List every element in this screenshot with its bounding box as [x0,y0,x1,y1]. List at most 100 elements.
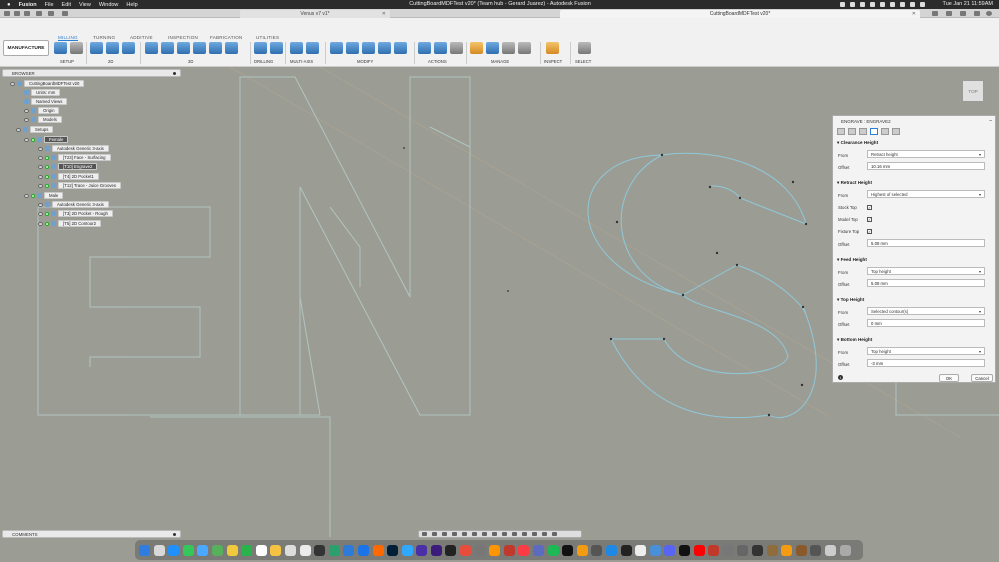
visibility-icon[interactable] [38,211,43,216]
measure-icon[interactable] [546,42,559,54]
section-top-height[interactable]: Top Height [837,297,865,303]
visibility-icon[interactable] [38,155,43,160]
menu-app[interactable]: Fusion [19,2,37,8]
safari-icon[interactable] [168,544,180,556]
wifi-icon[interactable] [900,2,905,7]
menu-help[interactable]: Help [126,2,137,8]
section-retract-height[interactable]: Retract Height [837,180,872,186]
camera-icon[interactable] [502,532,507,536]
home-icon[interactable] [62,11,68,16]
music-icon[interactable] [518,544,530,556]
setup-sheet-icon[interactable] [70,42,83,54]
selection-filter-icon[interactable] [522,532,527,536]
template-library-icon[interactable] [502,42,515,54]
menu-file[interactable]: File [45,2,54,8]
app-icon[interactable] [810,544,822,556]
preview-icon[interactable] [635,544,647,556]
app-icon[interactable] [708,544,720,556]
control-center-icon[interactable] [920,2,925,7]
tree-setup-female[interactable]: Female [24,136,69,143]
avatar[interactable] [986,11,992,16]
lightroom-icon[interactable] [401,544,413,556]
fixture-top-checkbox[interactable]: ✓ [867,229,872,234]
tree-operation-selected[interactable]: [T10] Engrave2 [38,163,98,170]
cancel-button[interactable]: Cancel [971,374,993,382]
launchpad-icon[interactable] [153,544,165,556]
bottom-from-select[interactable]: Top height ▾ [867,347,985,355]
settings-icon[interactable] [314,544,326,556]
illustrator-icon[interactable] [372,544,384,556]
keynote-icon[interactable] [343,544,355,556]
visibility-icon[interactable] [10,81,15,86]
select-icon[interactable] [578,42,591,54]
look-at-icon[interactable] [442,532,447,536]
contour-icon[interactable] [225,42,238,54]
photos-icon[interactable] [226,544,238,556]
tab-additive[interactable]: ADDITIVE [130,35,153,40]
group-modify[interactable]: MODIFY [357,59,373,64]
expand-icon[interactable] [173,533,176,536]
extensions-icon[interactable] [946,11,952,16]
mail-icon[interactable] [197,544,209,556]
hole-recognition-icon[interactable] [270,42,283,54]
pan-icon[interactable] [432,532,437,536]
environment-icon[interactable] [552,532,557,536]
grid-icon[interactable] [482,532,487,536]
downloads-icon[interactable] [824,544,836,556]
group-actions[interactable]: ACTIONS [428,59,447,64]
collapse-icon[interactable] [173,72,176,75]
tab-turning[interactable]: TURNING [93,35,115,40]
app-icon[interactable] [503,544,515,556]
tab-inspection[interactable]: INSPECTION [168,35,198,40]
tree-root[interactable]: CuttingBoardMDFTest v20 [10,80,85,87]
undo-icon[interactable] [36,11,42,16]
scallop-icon[interactable] [209,42,222,54]
orbit-icon[interactable] [422,532,427,536]
swarf-icon[interactable] [290,42,303,54]
group-setup[interactable]: SETUP [60,59,74,64]
top-offset-input[interactable]: 0 mm [867,319,985,327]
model-top-checkbox[interactable]: ✓ [867,217,872,222]
visibility-icon[interactable] [24,137,29,142]
tool-tab-icon[interactable] [837,128,845,135]
group-multi-axis[interactable]: MULTI-AXIS [290,59,313,64]
tree-models[interactable]: Models [24,116,62,123]
search-icon[interactable] [910,2,915,7]
trash-icon[interactable] [839,544,851,556]
facetime-icon[interactable] [241,544,253,556]
visibility-icon[interactable] [24,117,29,122]
viewcube[interactable]: TOP [962,80,984,102]
apple-icon[interactable]: ● [7,2,11,8]
redo-icon[interactable] [48,11,54,16]
spotify-icon[interactable] [547,544,559,556]
new-tab-icon[interactable] [932,11,938,16]
ok-button[interactable]: OK [939,374,959,382]
visibility-icon[interactable] [38,221,43,226]
tray-icon[interactable] [890,2,895,7]
tab-cuttingboard[interactable]: CuttingBoardMDFTest v20* ✕ [560,10,920,18]
app-icon[interactable] [576,544,588,556]
drill-icon[interactable] [254,42,267,54]
manual-nc-icon[interactable] [394,42,407,54]
app-icon[interactable] [751,544,763,556]
top-from-select[interactable]: Selected contour(s) ▾ [867,307,985,315]
tree-machine[interactable]: Autodesk Generic 3-axis [38,201,109,208]
visibility-icon[interactable] [16,127,21,132]
section-icon[interactable] [532,532,537,536]
adaptive-clearing-icon[interactable] [145,42,158,54]
chrome-icon[interactable] [357,544,369,556]
visibility-icon[interactable] [38,164,43,169]
tiktok-icon[interactable] [678,544,690,556]
tree-operation[interactable]: [T4] 2D Pocket1 [38,173,99,180]
app-icon[interactable] [591,544,603,556]
bridge-icon[interactable] [445,544,457,556]
retract-from-select[interactable]: Highest of selected ▾ [867,190,985,198]
numbers-icon[interactable] [328,544,340,556]
tray-icon[interactable] [860,2,865,7]
group-inspect[interactable]: INSPECT [544,59,562,64]
app-icon[interactable] [533,544,545,556]
tray-icon[interactable] [850,2,855,7]
terminal-icon[interactable] [620,544,632,556]
viewports-icon[interactable] [492,532,497,536]
clearance-from-select[interactable]: Retract height ▾ [867,150,985,158]
